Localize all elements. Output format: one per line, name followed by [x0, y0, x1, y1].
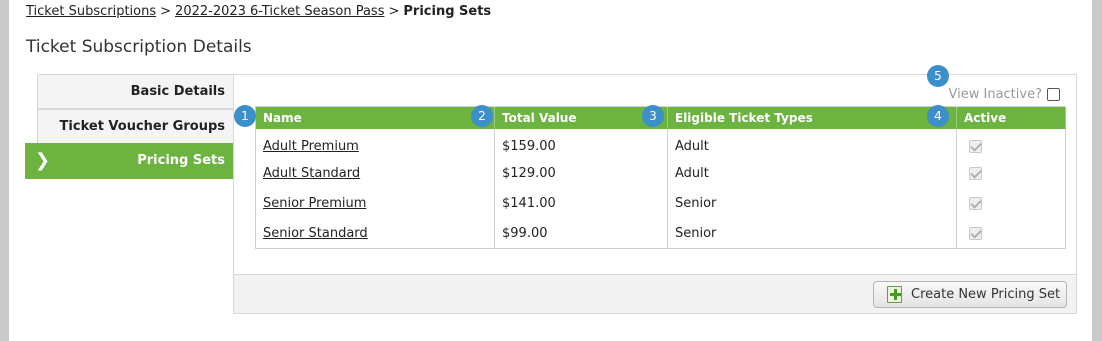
pricing-set-link[interactable]: Adult Standard	[263, 166, 360, 181]
active-checkbox	[969, 197, 982, 210]
breadcrumb-separator: >	[160, 4, 172, 19]
view-inactive-toggle[interactable]: View Inactive?	[949, 87, 1060, 102]
active-checkbox	[969, 140, 982, 153]
active-checkbox	[969, 226, 982, 240]
column-header-name[interactable]: Name	[255, 106, 495, 129]
breadcrumb-link-ticket-subscriptions[interactable]: Ticket Subscriptions	[26, 4, 156, 19]
total-value-cell: $141.00	[494, 188, 668, 219]
pricing-sets-table: Name Total Value Eligible Ticket Types A…	[255, 106, 1066, 249]
callout-marker-2: 2	[471, 105, 493, 127]
total-value-cell: $99.00	[494, 218, 668, 249]
tab-label: Pricing Sets	[137, 153, 225, 168]
table-row: Adult Premium $159.00 Adult	[255, 128, 1066, 159]
column-header-eligible-ticket-types[interactable]: Eligible Ticket Types	[667, 106, 957, 129]
column-header-active[interactable]: Active	[956, 106, 1066, 129]
active-checkbox	[969, 167, 982, 180]
eligible-types-cell: Adult	[667, 128, 957, 159]
table-row: Adult Standard $129.00 Adult	[255, 158, 1066, 189]
tab-label: Basic Details	[130, 84, 225, 99]
create-new-pricing-set-button[interactable]: Create New Pricing Set	[873, 281, 1067, 308]
total-value-cell: $159.00	[494, 128, 668, 159]
pricing-set-link[interactable]: Adult Premium	[263, 139, 359, 154]
breadcrumb-link-season-pass[interactable]: 2022-2023 6-Ticket Season Pass	[175, 4, 384, 19]
view-inactive-label: View Inactive?	[948, 87, 1042, 102]
page-title: Ticket Subscription Details	[26, 37, 252, 57]
tab-label: Ticket Voucher Groups	[59, 119, 225, 134]
tab-pricing-sets[interactable]: ❯ Pricing Sets	[25, 143, 245, 179]
content-footer: Create New Pricing Set	[234, 274, 1076, 313]
breadcrumb-separator: >	[388, 4, 400, 19]
tab-ticket-voucher-groups[interactable]: Ticket Voucher Groups	[37, 109, 235, 144]
pricing-set-link[interactable]: Senior Premium	[263, 196, 366, 211]
eligible-types-cell: Senior	[667, 188, 957, 219]
chevron-right-icon: ❯	[35, 150, 51, 171]
pricing-set-link[interactable]: Senior Standard	[263, 226, 368, 241]
eligible-types-cell: Senior	[667, 218, 957, 249]
tab-basic-details[interactable]: Basic Details	[37, 74, 235, 109]
breadcrumb: Ticket Subscriptions >2022-2023 6-Ticket …	[26, 4, 491, 19]
add-document-icon	[887, 286, 902, 303]
callout-marker-5: 5	[927, 65, 949, 87]
total-value-cell: $129.00	[494, 158, 668, 189]
table-row: Senior Standard $99.00 Senior	[255, 218, 1066, 249]
view-inactive-checkbox[interactable]	[1047, 88, 1060, 101]
eligible-types-cell: Adult	[667, 158, 957, 189]
callout-marker-3: 3	[642, 105, 664, 127]
breadcrumb-current: Pricing Sets	[403, 4, 492, 19]
callout-marker-4: 4	[927, 105, 949, 127]
create-button-label: Create New Pricing Set	[911, 287, 1061, 302]
table-row: Senior Premium $141.00 Senior	[255, 188, 1066, 219]
callout-marker-1: 1	[234, 105, 256, 127]
